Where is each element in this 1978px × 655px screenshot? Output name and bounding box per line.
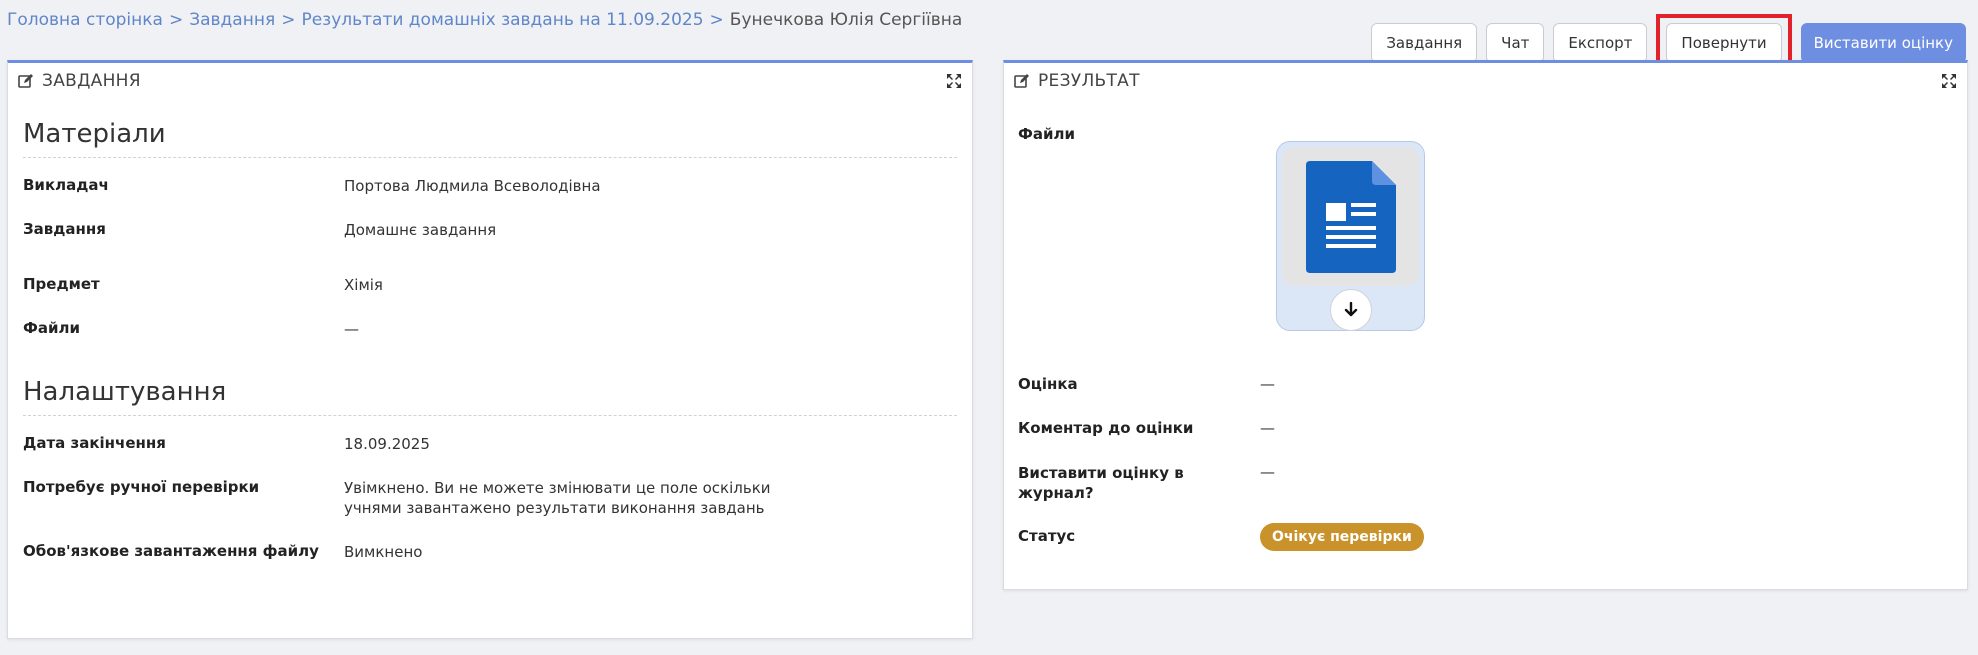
- download-button[interactable]: [1330, 289, 1372, 331]
- result-panel-header: РЕЗУЛЬТАТ: [1004, 63, 1967, 99]
- materials-section-title: Матеріали: [23, 119, 957, 158]
- breadcrumb: Головна сторінка > Завдання > Результати…: [7, 10, 962, 30]
- status-label: Статус: [1018, 527, 1076, 545]
- export-button[interactable]: Експорт: [1553, 23, 1648, 63]
- result-files-label: Файли: [1018, 125, 1076, 143]
- status-badge: Очікує перевірки: [1260, 523, 1424, 551]
- files-label: Файли: [23, 319, 81, 337]
- breadcrumb-separator: >: [168, 10, 184, 30]
- subject-label: Предмет: [23, 275, 100, 293]
- edit-icon: [18, 73, 34, 89]
- teacher-row: Викладач Портова Людмила Всеволодівна: [8, 176, 972, 196]
- files-row: Файли —: [8, 319, 972, 339]
- chat-button[interactable]: Чат: [1486, 23, 1545, 63]
- teacher-value: Портова Людмила Всеволодівна: [344, 177, 601, 195]
- breadcrumb-home[interactable]: Головна сторінка: [7, 10, 163, 30]
- required-upload-value: Вимкнено: [344, 543, 423, 561]
- manual-check-label: Потребує ручної перевірки: [23, 478, 260, 496]
- required-upload-row: Обов'язкове завантаження файлу Вимкнено: [8, 542, 972, 562]
- task-panel: ЗАВДАННЯ Матеріали Викладач Портова Людм…: [7, 60, 973, 639]
- manual-check-row: Потребує ручної перевірки Увімкнено. Ви …: [8, 478, 972, 518]
- task-label: Завдання: [23, 220, 106, 238]
- breadcrumb-results[interactable]: Результати домашніх завдань на 11.09.202…: [301, 10, 703, 30]
- deadline-value: 18.09.2025: [344, 435, 430, 453]
- files-value: —: [344, 320, 359, 338]
- document-icon: [1305, 160, 1396, 273]
- breadcrumb-separator: >: [709, 10, 724, 30]
- task-value: Домашнє завдання: [344, 221, 497, 239]
- breadcrumb-separator: >: [281, 10, 296, 30]
- grade-row: Оцінка —: [1018, 375, 1958, 393]
- comment-row: Коментар до оцінки —: [1018, 419, 1958, 437]
- expand-icon[interactable]: [1941, 73, 1957, 89]
- tasks-button[interactable]: Завдання: [1371, 23, 1478, 63]
- grade-label: Оцінка: [1018, 375, 1078, 393]
- task-panel-header: ЗАВДАННЯ: [8, 63, 972, 99]
- file-preview[interactable]: [1282, 147, 1419, 286]
- expand-icon[interactable]: [946, 73, 962, 89]
- breadcrumb-tasks[interactable]: Завдання: [189, 10, 275, 30]
- task-row: Завдання Домашнє завдання: [8, 220, 972, 240]
- manual-check-value: Увімкнено. Ви не можете змінювати це пол…: [344, 479, 771, 517]
- subject-row: Предмет Хімія: [8, 275, 972, 295]
- grade-value: —: [1260, 375, 1275, 393]
- required-upload-label: Обов'язкове завантаження файлу: [23, 542, 319, 560]
- task-panel-title: ЗАВДАННЯ: [42, 71, 141, 91]
- breadcrumb-current: Бунечкова Юлія Сергіївна: [729, 10, 963, 30]
- file-card[interactable]: [1276, 141, 1425, 331]
- subject-value: Хімія: [344, 276, 383, 294]
- comment-label: Коментар до оцінки: [1018, 419, 1194, 437]
- return-button[interactable]: Повернути: [1666, 23, 1782, 63]
- teacher-label: Викладач: [23, 176, 109, 194]
- journal-row: Виставити оцінку в журнал? —: [1018, 463, 1958, 503]
- settings-section-title: Налаштування: [23, 377, 957, 416]
- result-panel-title: РЕЗУЛЬТАТ: [1038, 71, 1140, 91]
- set-grade-button[interactable]: Виставити оцінку: [1800, 23, 1966, 63]
- deadline-label: Дата закінчення: [23, 434, 166, 452]
- result-fields: Оцінка — Коментар до оцінки — Виставити …: [1018, 375, 1958, 551]
- result-panel: РЕЗУЛЬТАТ Файли Оцінка — Коментар до оці…: [1003, 60, 1968, 590]
- deadline-row: Дата закінчення 18.09.2025: [8, 434, 972, 454]
- download-arrow-icon: [1344, 302, 1358, 317]
- comment-value: —: [1260, 419, 1275, 437]
- edit-icon: [1014, 73, 1030, 89]
- status-row: Статус Очікує перевірки: [1018, 523, 1958, 551]
- journal-label: Виставити оцінку в журнал?: [1018, 464, 1184, 502]
- journal-value: —: [1260, 463, 1275, 481]
